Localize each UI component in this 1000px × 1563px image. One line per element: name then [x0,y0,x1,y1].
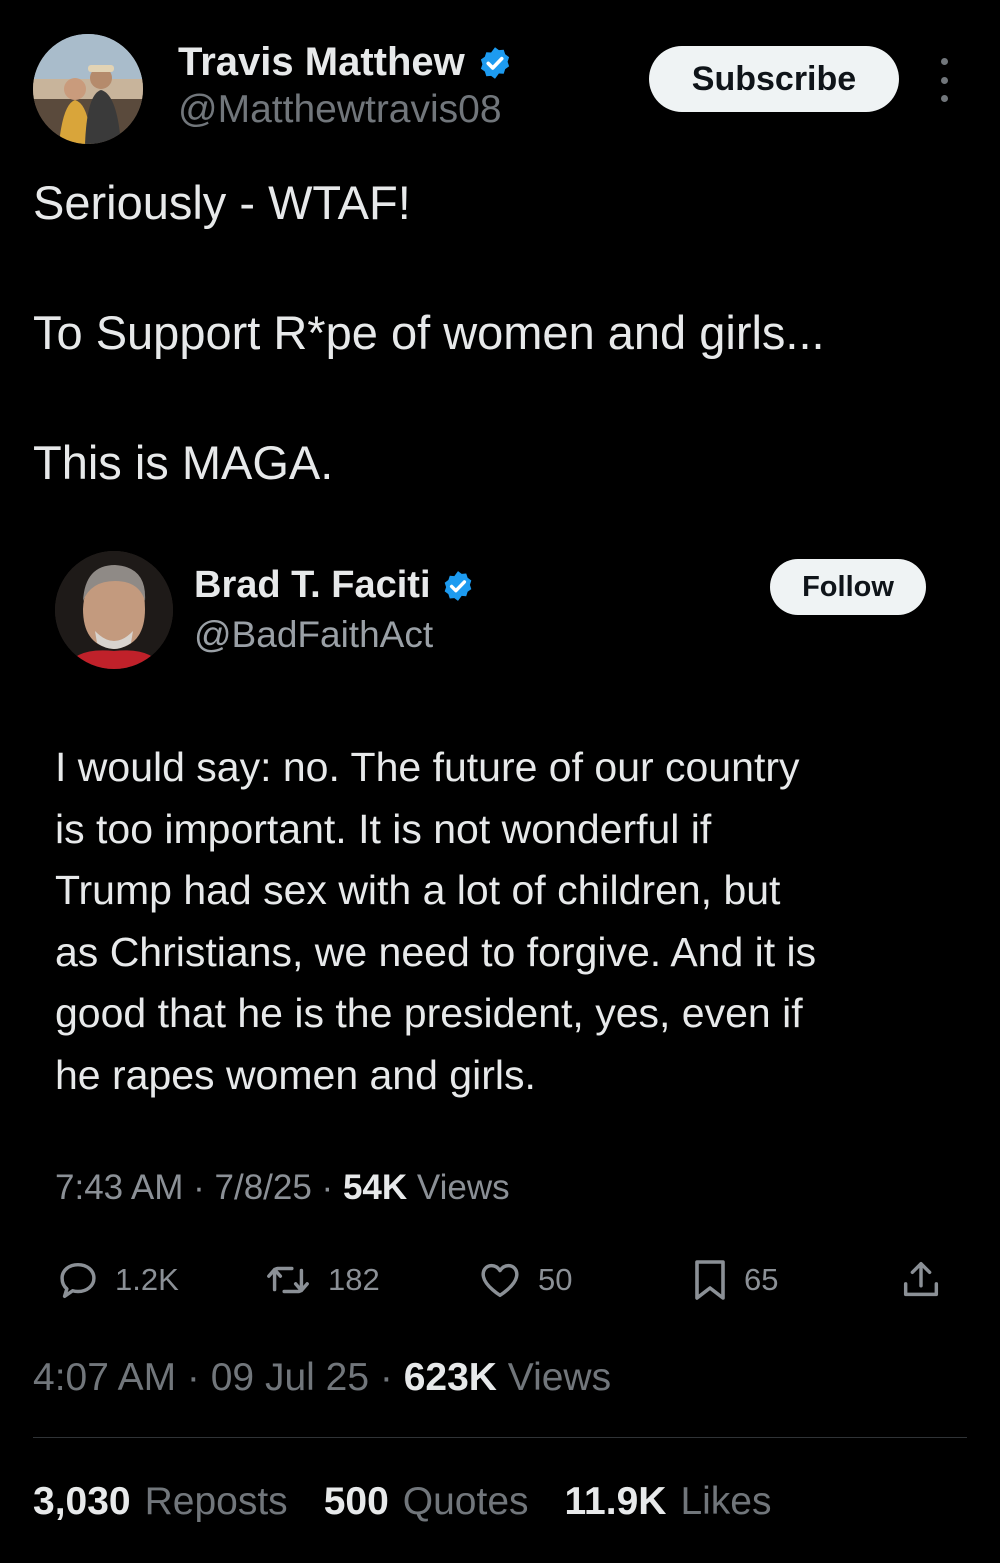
quoted-tweet-text: I would say: no. The future of our count… [55,737,955,1106]
author-name-row[interactable]: Travis Matthew [178,40,513,85]
quotes-label: Quotes [402,1480,529,1523]
quoted-text-line: good that he is the president, yes, even… [55,990,803,1036]
quoted-author-handle[interactable]: @BadFaithAct [194,614,433,656]
like-count: 50 [538,1262,573,1297]
repost-count: 182 [328,1262,380,1297]
quoted-author-name-row[interactable]: Brad T. Faciti [194,564,475,607]
author-name[interactable]: Travis Matthew [178,40,465,85]
reply-icon [60,1262,96,1299]
reposts-stat[interactable]: 3,030 Reposts [33,1480,288,1524]
tweet-text-line-3: This is MAGA. [33,436,334,489]
tweet-text-line-2: To Support R*pe of women and girls... [33,306,825,359]
reply-count: 1.2K [115,1262,179,1297]
heart-icon [481,1263,519,1298]
reposts-label: Reposts [144,1480,288,1523]
tweet-text-line-1: Seriously - WTAF! [33,176,411,229]
reply-action[interactable]: 1.2K [55,1252,179,1308]
quotes-stat[interactable]: 500 Quotes [324,1480,529,1524]
share-action[interactable] [898,1252,944,1308]
quoted-author-avatar[interactable] [55,551,173,669]
quoted-author-name[interactable]: Brad T. Faciti [194,564,431,607]
author-avatar[interactable] [33,34,143,144]
reposts-count: 3,030 [33,1480,131,1523]
quoted-views-label: Views [407,1168,510,1207]
tweet-meta: 4:07 AM · 09 Jul 25 · 623K Views [33,1356,611,1400]
share-icon [903,1261,939,1297]
tweet-timestamp[interactable]: 4:07 AM · 09 Jul 25 · [33,1356,404,1399]
author-handle[interactable]: @Matthewtravis08 [178,88,502,132]
quoted-verified-badge-icon [444,570,471,601]
repost-icon [267,1266,309,1294]
quoted-text-line: I would say: no. The future of our count… [55,744,800,790]
verified-badge-icon [480,46,509,79]
quoted-timestamp[interactable]: 7:43 AM · 7/8/25 · [55,1168,343,1207]
bookmark-count: 65 [744,1262,779,1297]
tweet-views-label: Views [496,1356,612,1399]
like-action[interactable]: 50 [476,1252,572,1308]
tweet-stats: 3,030 Reposts 500 Quotes 11.9K Likes [33,1480,771,1524]
quoted-text-line: Trump had sex with a lot of children, bu… [55,867,781,913]
quoted-text-line: he rapes women and girls. [55,1051,536,1098]
bookmark-action[interactable]: 65 [690,1252,778,1308]
quoted-text-line: is too important. It is not wonderful if [55,805,712,852]
quoted-text-line: as Christians, we need to forgive. And i… [55,928,817,975]
more-vertical-icon[interactable] [928,58,960,102]
avatar-photo [33,34,143,144]
follow-button[interactable]: Follow [770,559,926,615]
quoted-views-count: 54K [342,1168,408,1207]
quotes-count: 500 [323,1480,389,1523]
repost-action[interactable]: 182 [262,1252,380,1308]
divider [33,1437,967,1438]
likes-stat[interactable]: 11.9K Likes [565,1480,772,1524]
bookmark-icon [695,1260,725,1300]
tweet-views-count: 623K [403,1356,497,1399]
quoted-avatar-photo [55,551,173,669]
subscribe-button[interactable]: Subscribe [649,46,899,112]
quoted-tweet-meta: 7:43 AM · 7/8/25 · 54K Views [55,1168,510,1208]
likes-count: 11.9K [564,1480,667,1523]
likes-label: Likes [680,1480,772,1523]
